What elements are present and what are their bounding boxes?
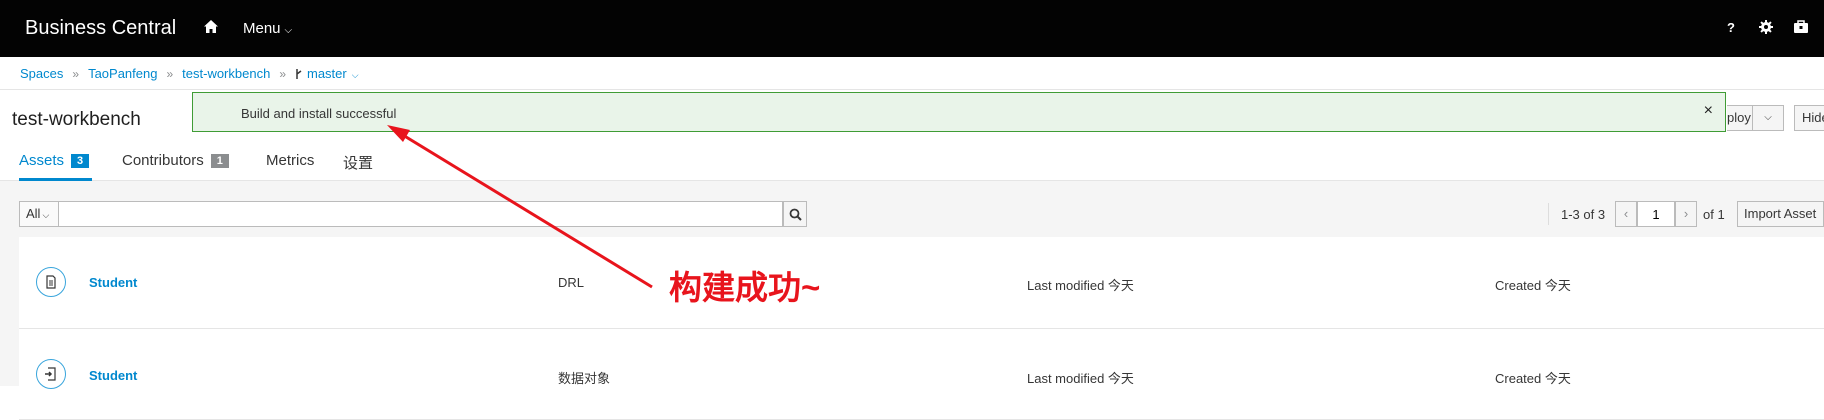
annotation-text: 构建成功~ [669,269,821,306]
annotation-arrow [387,125,653,289]
